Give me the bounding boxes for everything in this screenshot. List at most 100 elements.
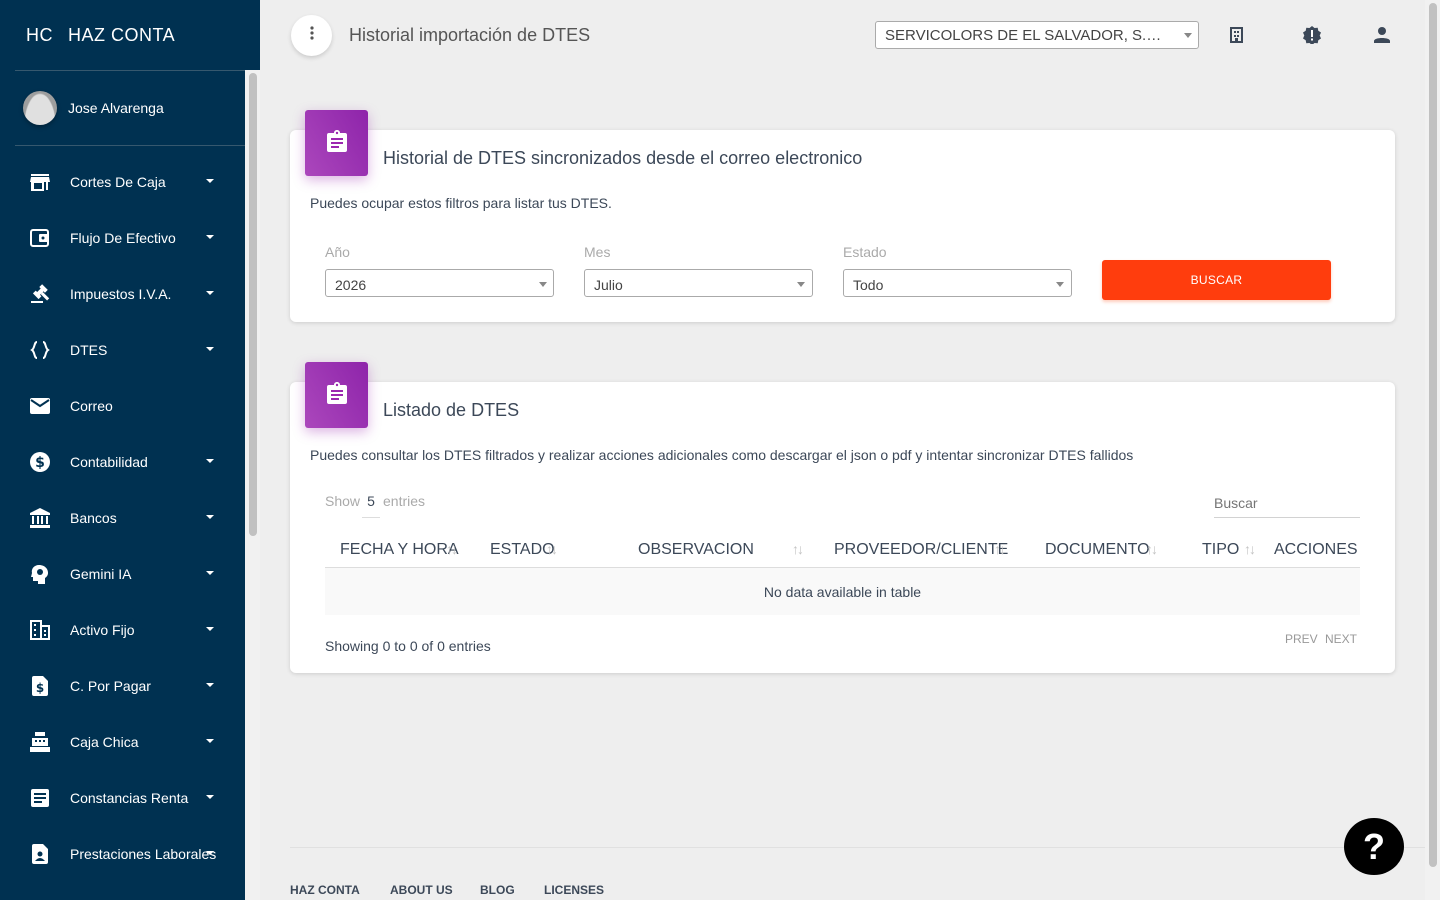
assignment-icon [326,381,347,409]
person-icon[interactable] [1373,26,1391,44]
status-label: Estado [843,244,887,260]
sidebar-item-label: Bancos [70,510,117,526]
sidebar-item-bancos[interactable]: Bancos [0,490,245,546]
svg-text:$: $ [35,455,45,471]
sidebar-item-constancias-renta[interactable]: Constancias Renta [0,770,245,826]
column-header-observacion[interactable]: OBSERVACION [638,541,754,559]
next-button[interactable]: NEXT [1325,632,1357,646]
company-select[interactable]: SERVICOLORS DE EL SALVADOR, S.A. DE C.V. [875,21,1199,49]
card-header-icon [305,110,368,176]
show-label: Show [325,493,361,509]
sidebar-item-impuestos-iva[interactable]: Impuestos I.V.A. [0,266,245,322]
sidebar-item-label: Correo [70,398,113,414]
column-header-acciones: ACCIONES [1274,541,1358,558]
mail-icon [30,396,50,416]
menu-toggle-button[interactable] [291,15,332,56]
sidebar-item-label: Flujo De Efectivo [70,230,176,246]
gavel-icon [30,284,50,304]
entries-label: entries [383,493,426,509]
assignment-icon [326,129,347,157]
sidebar-item-c-por-pagar[interactable]: $ C. Por Pagar [0,658,245,714]
chevron-down-icon [206,571,214,575]
divider [15,145,245,146]
chevron-down-icon [539,282,547,287]
sidebar-nav: Cortes De Caja Flujo De Efectivo Impuest… [0,154,245,882]
footer-divider [290,847,1425,848]
chevron-down-icon [206,739,214,743]
footer-link-haz-conta[interactable]: HAZ CONTA [290,883,360,897]
chevron-down-icon [797,282,805,287]
prev-button[interactable]: PREV [1285,632,1318,646]
wallet-icon [30,228,50,248]
status-select[interactable]: Todo [843,269,1072,297]
sidebar-item-dtes[interactable]: DTES [0,322,245,378]
request-quote-icon: $ [30,676,50,696]
sidebar-item-gemini-ia[interactable]: Gemini IA [0,546,245,602]
sort-icon: ↑↓ [994,541,1006,557]
filter-card-title: Historial de DTES sincronizados desde el… [383,148,863,168]
chevron-down-icon [1056,282,1064,287]
year-label: Año [325,244,350,260]
chevron-down-icon [206,515,214,519]
avatar [23,91,57,125]
sort-icon: ↑↓ [446,541,458,557]
sidebar-item-label: Cortes De Caja [70,174,166,190]
sidebar-item-label: Impuestos I.V.A. [70,286,172,302]
sidebar-item-label: Contabilidad [70,454,148,470]
column-header-estado[interactable]: ESTADO [490,541,555,559]
chevron-down-icon [206,179,214,183]
sidebar-item-label: Constancias Renta [70,790,189,806]
building-icon[interactable] [1227,26,1245,44]
page-scrollbar-thumb[interactable] [1429,3,1437,867]
table-info: Showing 0 to 0 of 0 entries [325,638,491,654]
entries-select[interactable]: 5 [362,493,380,518]
footer-link-about-us[interactable]: ABOUT US [390,883,453,897]
search-button[interactable]: BUSCAR [1102,260,1331,300]
sidebar-item-label: Prestaciones Laborales [70,846,217,862]
badge-icon [30,844,50,864]
column-header-documento[interactable]: DOCUMENTO [1045,541,1150,559]
column-header-fecha[interactable]: FECHA Y HORA [340,541,459,559]
list-card-description: Puedes consultar los DTES filtrados y re… [310,447,1134,463]
sidebar-item-label: DTES [70,342,108,358]
sidebar-item-flujo-de-efectivo[interactable]: Flujo De Efectivo [0,210,245,266]
sidebar-item-label: Activo Fijo [70,622,135,638]
sidebar-item-prestaciones-laborales[interactable]: Prestaciones Laborales [0,826,245,882]
footer-link-blog[interactable]: BLOG [480,883,515,897]
column-header-tipo[interactable]: TIPO [1202,541,1239,559]
chevron-down-icon [206,347,214,351]
dollar-circle-icon: $ [30,452,50,472]
column-header-proveedor[interactable]: PROVEEDOR/CLIENTE [834,541,1008,559]
sort-icon: ↑↓ [1146,541,1158,557]
alert-badge-icon[interactable] [1303,26,1321,44]
empty-table-row: No data available in table [325,568,1360,615]
help-button[interactable]: ? [1344,818,1404,875]
sidebar-scrollbar-thumb[interactable] [249,73,257,536]
chevron-down-icon [1184,33,1192,38]
list-card [290,382,1395,673]
page-title: Historial importación de DTES [349,25,591,45]
month-select[interactable]: Julio [584,269,813,297]
year-select[interactable]: 2026 [325,269,554,297]
sidebar-item-correo[interactable]: Correo [0,378,245,434]
bank-icon [30,508,50,528]
sidebar-item-cortes-de-caja[interactable]: Cortes De Caja [0,154,245,210]
user-name: Jose Alvarenga [68,100,164,116]
article-icon [30,788,50,808]
sidebar-item-contabilidad[interactable]: $ Contabilidad [0,434,245,490]
sidebar: HC HAZ CONTA Jose Alvarenga Cortes De Ca… [0,0,260,900]
user-profile[interactable]: Jose Alvarenga [0,71,260,145]
sidebar-item-label: Gemini IA [70,566,132,582]
sort-icon: ↑↓ [792,541,804,557]
chevron-down-icon [206,851,214,855]
sidebar-item-activo-fijo[interactable]: Activo Fijo [0,602,245,658]
card-header-icon [305,362,368,428]
chevron-down-icon [206,291,214,295]
svg-text:$: $ [36,681,44,695]
brand[interactable]: HC HAZ CONTA [0,0,260,70]
table-search-input[interactable] [1214,489,1360,518]
sidebar-item-caja-chica[interactable]: Caja Chica [0,714,245,770]
chevron-down-icon [206,235,214,239]
sidebar-item-label: C. Por Pagar [70,678,151,694]
footer-link-licenses[interactable]: LICENSES [544,883,604,897]
